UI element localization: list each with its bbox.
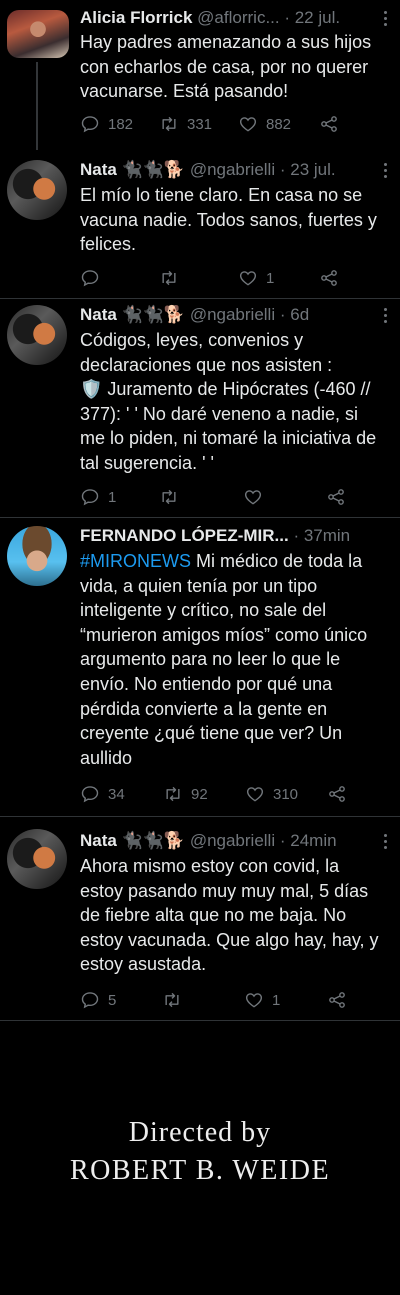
reply-icon (81, 992, 99, 1009)
retweet-icon (162, 116, 176, 132)
like-button[interactable]: 310 (245, 783, 298, 805)
like-count: 1 (266, 269, 275, 287)
end-credits: Directed by ROBERT B. WEIDE (0, 1117, 400, 1187)
tweet-text: Hay padres amenazando a sus hijos con ec… (80, 32, 372, 102)
reply-button[interactable]: 182 (80, 113, 133, 135)
share-button[interactable] (327, 989, 347, 1011)
author-name[interactable]: Nata 🐈‍⬛🐈‍⬛🐕 (80, 305, 185, 324)
avatar[interactable] (7, 10, 69, 58)
divider (0, 298, 400, 299)
retweet-button[interactable] (162, 989, 190, 1011)
reply-button[interactable]: 5 (80, 989, 116, 1011)
author-name[interactable]: Nata 🐈‍⬛🐈‍⬛🐕 (80, 160, 185, 179)
reply-button[interactable]: 1 (80, 486, 116, 508)
tweet-header: FERNANDO LÓPEZ-MIR... · 37min (80, 525, 388, 547)
credits-directed-by: Directed by (128, 1117, 272, 1148)
tweet-text: El mío lo tiene claro. En casa no se vac… (80, 185, 377, 255)
author-handle[interactable]: @ngabrielli (190, 305, 275, 324)
author-name[interactable]: FERNANDO LÓPEZ-MIR... (80, 526, 289, 545)
retweet-button[interactable]: 92 (163, 783, 208, 805)
tweet-text: #MIRONEWS Mi médico de toda la vida, a q… (80, 549, 398, 770)
retweet-button[interactable] (159, 486, 187, 508)
tweet-time[interactable]: · 24min (280, 831, 337, 850)
like-count: 310 (273, 785, 299, 803)
heart-icon (239, 117, 257, 132)
like-button[interactable] (243, 486, 271, 508)
like-button[interactable]: 1 (244, 989, 280, 1011)
share-button[interactable] (326, 486, 346, 508)
tweet-header: Alicia Florrick @aflorric... · 22 jul. (80, 7, 370, 29)
share-icon (329, 786, 345, 802)
tweet-time[interactable]: · 23 jul. (280, 160, 336, 179)
reply-button[interactable] (80, 267, 108, 289)
author-name[interactable]: Nata 🐈‍⬛🐈‍⬛🐕 (80, 831, 185, 850)
reply-count: 34 (108, 785, 125, 803)
avatar[interactable] (7, 305, 67, 365)
reply-icon (81, 786, 99, 803)
retweet-icon (165, 992, 179, 1008)
like-count: 1 (272, 991, 281, 1009)
like-button[interactable]: 882 (238, 113, 291, 135)
author-name[interactable]: Alicia Florrick (80, 8, 192, 27)
tweet-actions: 5 1 (80, 989, 380, 1011)
share-button[interactable] (327, 783, 347, 805)
avatar[interactable] (7, 526, 67, 586)
tweet-header: Nata 🐈‍⬛🐈‍⬛🐕 @ngabrielli · 24min (80, 830, 370, 852)
like-count: 882 (266, 115, 292, 133)
more-options-icon[interactable] (382, 308, 388, 326)
more-options-icon[interactable] (382, 11, 388, 29)
retweet-count: 92 (191, 785, 208, 803)
tweet-time[interactable]: · 22 jul. (284, 8, 340, 27)
reply-count: 5 (108, 991, 117, 1009)
divider (0, 1020, 400, 1021)
divider (0, 816, 400, 817)
credits-director-name: ROBERT B. WEIDE (69, 1155, 331, 1186)
avatar[interactable] (7, 160, 67, 220)
divider (0, 517, 400, 518)
tweet-header: Nata 🐈‍⬛🐈‍⬛🐕 @ngabrielli · 23 jul. (80, 159, 370, 181)
heart-icon (244, 490, 262, 505)
reply-icon (81, 489, 99, 506)
like-button[interactable]: 1 (238, 267, 274, 289)
reply-icon (81, 116, 99, 133)
tweet-time[interactable]: · 6d (280, 305, 309, 324)
retweet-button[interactable]: 331 (159, 113, 212, 135)
reply-button[interactable]: 34 (80, 783, 125, 805)
author-handle[interactable]: @ngabrielli (190, 160, 275, 179)
retweet-icon (162, 489, 176, 505)
retweet-icon (166, 786, 180, 802)
share-icon (321, 116, 337, 132)
author-handle[interactable]: @aflorric... (197, 8, 279, 27)
retweet-count: 331 (187, 115, 213, 133)
tweet-header: Nata 🐈‍⬛🐈‍⬛🐕 @ngabrielli · 6d (80, 304, 370, 326)
reply-icon (81, 270, 99, 287)
tweet-text: Códigos, leyes, convenios y declaracione… (80, 330, 377, 473)
author-handle[interactable]: @ngabrielli (190, 831, 275, 850)
heart-icon (246, 787, 264, 802)
hashtag-link[interactable]: #MIRONEWS (80, 551, 191, 571)
more-options-icon[interactable] (382, 834, 388, 852)
thread-line (36, 62, 38, 150)
share-icon (329, 992, 345, 1008)
share-button[interactable] (319, 267, 339, 289)
reply-count: 1 (108, 488, 117, 506)
retweet-button[interactable] (159, 267, 187, 289)
tweet-body: Mi médico de toda la vida, a quien tenía… (80, 551, 368, 768)
share-icon (328, 489, 344, 505)
tweet-actions: 1 (80, 486, 380, 508)
tweet-time[interactable]: · 37min (293, 526, 350, 545)
more-options-icon[interactable] (382, 163, 388, 181)
heart-icon (245, 993, 263, 1008)
retweet-icon (162, 270, 176, 286)
tweet-actions: 182 331 882 (80, 113, 380, 135)
share-icon (321, 270, 337, 286)
reply-count: 182 (108, 115, 134, 133)
tweet-actions: 34 92 310 (80, 783, 380, 805)
tweet-text: Ahora mismo estoy con covid, la estoy pa… (80, 856, 379, 975)
heart-icon (239, 271, 257, 286)
tweet-actions: 1 (80, 267, 380, 289)
avatar[interactable] (7, 829, 67, 889)
share-button[interactable] (319, 113, 339, 135)
